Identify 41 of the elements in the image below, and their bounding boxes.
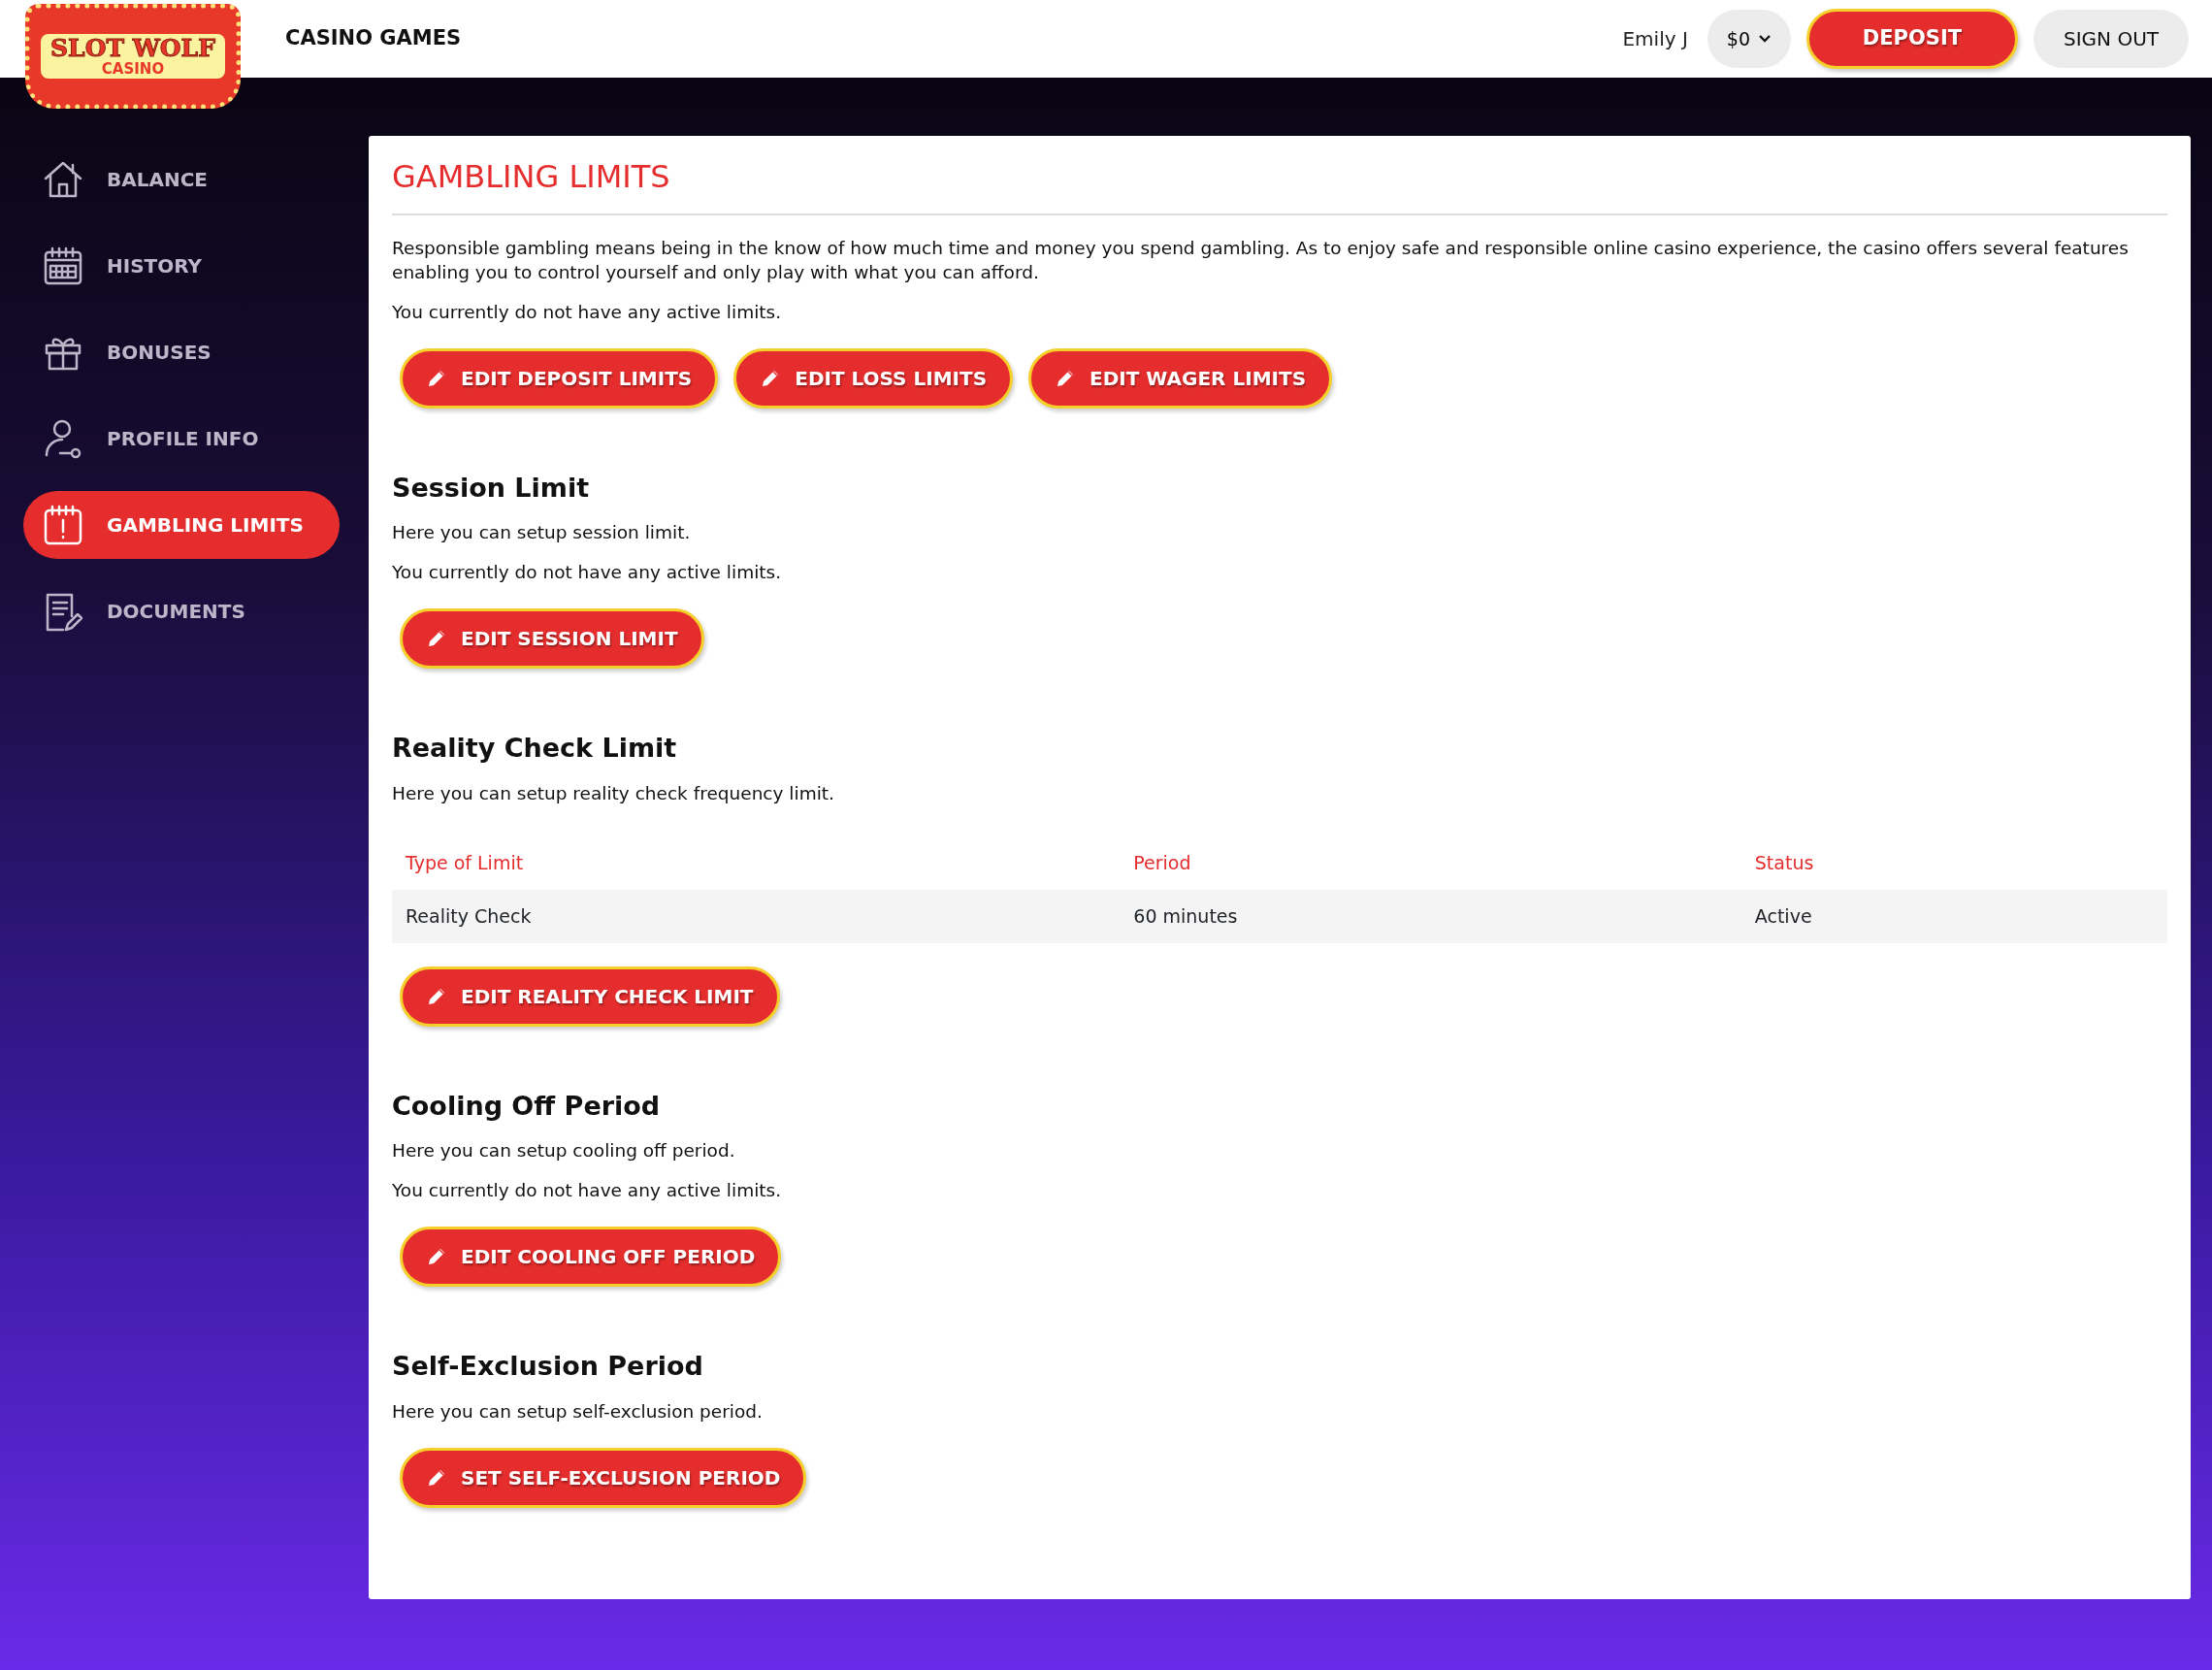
table-cell: 60 minutes [1120,890,1741,943]
edit-button[interactable]: EDIT WAGER LIMITS [1028,347,1333,409]
sidebar-item[interactable]: PROFILE INFO [23,405,340,473]
sidebar-item[interactable]: BONUSES [23,318,340,386]
paragraph-text: Here you can setup reality check frequency limit. [392,781,835,805]
paragraph-text: Here you can setup session limit. [392,521,692,545]
paragraph-text: You currently do not have any active limits. [392,1179,783,1203]
page-title: GAMBLING LIMITS [392,146,2167,215]
section-heading: Reality Check Limit [392,732,678,766]
paragraph-text: You currently do not have any active limits. [392,561,783,585]
sidebar-item[interactable]: GAMBLING LIMITS [23,491,340,559]
edit-button[interactable]: EDIT SESSION LIMIT [400,608,704,670]
sidebar-item[interactable]: HISTORY [23,232,340,300]
edit-button[interactable]: EDIT DEPOSIT LIMITS [400,347,719,409]
paragraph-text: You currently do not have any active limits. [392,300,783,324]
table-cell: Reality Check [392,890,1121,943]
logo-text: SLOT WOLF [50,35,215,61]
logo[interactable]: SLOT WOLF CASINO [25,4,241,109]
sidebar-item[interactable]: DOCUMENTS [23,577,340,645]
balance-dropdown[interactable]: $0 [1707,10,1791,68]
paragraph-text: Responsible gambling means being in the know of how much time and money you spend gambling. As to enjoy safe and responsible online casino experience, the casino offers several features enabling you to control yourself and only play with what you can afford. [392,237,2130,284]
edit-button[interactable]: EDIT LOSS LIMITS [733,347,1014,409]
sidebar-item[interactable]: BALANCE [23,146,340,213]
table-cell: Active [1740,890,2167,943]
casino-games-link[interactable]: CASINO GAMES [285,23,462,54]
deposit-button[interactable]: DEPOSIT [1806,9,2018,69]
column-header: Status [1740,835,2167,891]
edit-button[interactable]: EDIT REALITY CHECK LIMIT [400,966,780,1027]
edit-button[interactable]: SET SELF-EXCLUSION PERIOD [400,1447,807,1508]
column-header: Type of Limit [392,835,1121,891]
logo-subtitle: CASINO [101,60,165,78]
section-heading: Cooling Off Period [392,1089,662,1123]
sign-out-button[interactable]: SIGN OUT [2033,10,2189,68]
edit-button[interactable]: EDIT COOLING OFF PERIOD [400,1227,782,1288]
section-heading: Session Limit [392,471,591,505]
paragraph-text: Here you can setup self-exclusion period. [392,1399,764,1424]
chevron-down-icon [1758,34,1772,44]
column-header: Period [1120,835,1741,891]
user-name: Emily J [1622,26,1688,52]
paragraph-text: Here you can setup cooling off period. [392,1139,736,1163]
section-heading: Self-Exclusion Period [392,1350,704,1384]
